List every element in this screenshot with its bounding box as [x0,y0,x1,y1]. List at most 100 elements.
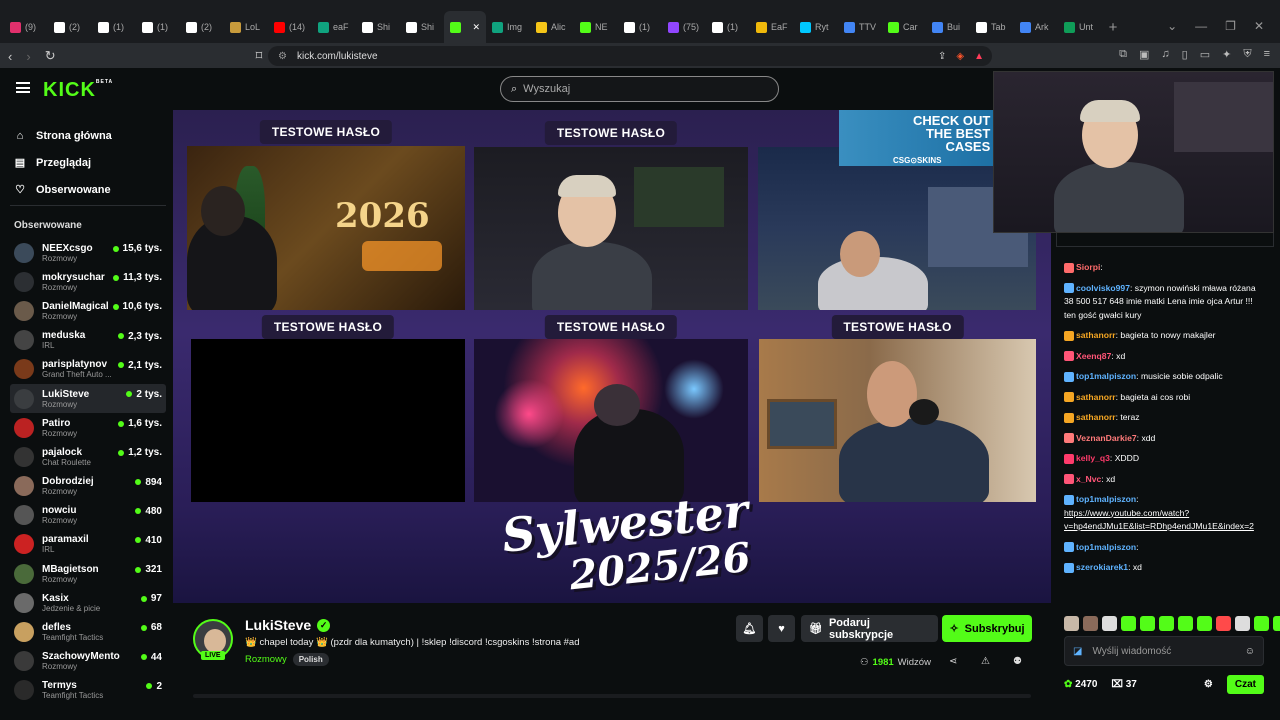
followed-channel-item[interactable]: Termys Teamfight Tactics 2 [10,676,166,705]
browser-tab[interactable]: (1) [618,11,662,43]
browser-tab[interactable]: (2) [180,11,224,43]
followed-channel-item[interactable]: paramaxil IRL 410 [10,530,166,559]
video-player[interactable]: TESTOWE HASŁO 2026 TESTOWE HASŁO CHECK O… [173,110,1051,603]
followed-channel-item[interactable]: mokrysuchar Rozmowy 11,3 tys. [10,267,166,296]
browser-tab[interactable]: (1) [706,11,750,43]
followed-channel-item[interactable]: defles Teamfight Tactics 68 [10,617,166,646]
browser-tab[interactable]: ✕ [444,11,486,43]
chat-username[interactable]: top1malpiszon [1076,542,1136,552]
address-bar[interactable]: ⚙ kick.com/lukisteve ⇪ ◈ ▲ [268,46,992,66]
browser-tab[interactable]: LoL [224,11,268,43]
browser-tab[interactable]: eaF [312,11,356,43]
nav-browse[interactable]: ▤ Przeglądaj [14,149,172,176]
chat-username[interactable]: Xeenq87 [1076,351,1111,361]
chat-badge-icon[interactable]: ◪ [1073,646,1082,657]
followed-channel-item[interactable]: meduska IRL 2,3 tys. [10,326,166,355]
followed-channel-item[interactable]: MBagietson Rozmowy 321 [10,559,166,588]
followed-channel-item[interactable]: NEEXcsgo Rozmowy 15,6 tys. [10,238,166,267]
brave-shield-icon[interactable]: ◈ [956,51,964,62]
close-tab-icon[interactable]: ✕ [472,22,480,33]
chat-settings-icon[interactable]: ⚙ [1204,679,1213,690]
search-input[interactable]: ⌕ Wyszukaj [500,76,779,102]
browser-tab[interactable]: Shi [400,11,444,43]
more-users-icon[interactable]: ⚉ [1013,656,1022,667]
followed-channel-item[interactable]: LukiSteve Rozmowy 2 tys. [10,383,166,414]
notification-bell-button[interactable]: 🔔︎ [736,615,763,642]
subscribe-button[interactable]: ✧ Subskrybuj [942,615,1032,642]
browser-tab[interactable]: (1) [136,11,180,43]
new-tab-button[interactable]: + [1102,11,1124,43]
emote-icon[interactable] [1159,616,1174,631]
browser-tab[interactable]: (2) [48,11,92,43]
streamer-name[interactable]: LukiSteve ✓ [245,617,331,633]
channel-points[interactable]: ✿ 2470 [1064,679,1097,690]
nav-following[interactable]: ♡ Obserwowane [14,176,172,203]
minimize-button[interactable]: — [1195,19,1207,33]
forward-icon[interactable]: › [26,49,30,64]
gift-counter[interactable]: ⌧ 37 [1111,679,1136,690]
chat-username[interactable]: coolvisko997 [1076,283,1130,293]
browser-tab[interactable]: (1) [92,11,136,43]
emote-icon[interactable] [1235,616,1250,631]
chat-username[interactable]: VeznanDarkie7 [1076,433,1137,443]
chat-link[interactable]: https://www.youtube.com/watch?v=hp4endJM… [1064,508,1254,532]
emote-icon[interactable] [1121,616,1136,631]
follow-button[interactable]: ♥ [768,615,795,642]
media-icon[interactable]: ♫ [1161,48,1169,61]
menu-icon[interactable]: ≡ [1264,48,1270,61]
browser-tab[interactable]: (75) [662,11,706,43]
kick-logo[interactable]: KICKBETA [43,79,113,102]
followed-channel-item[interactable]: Dobrodziej Rozmowy 894 [10,472,166,501]
chat-input[interactable]: ◪ Wyślij wiadomość ☺ [1064,636,1264,666]
emoji-icon[interactable]: ☺ [1245,646,1255,657]
browser-tab[interactable]: EaF [750,11,794,43]
brave-rewards-icon[interactable]: ▲ [974,51,984,62]
browser-tab[interactable]: TTV [838,11,882,43]
emote-icon[interactable] [1254,616,1269,631]
chat-username[interactable]: szerokiarek1 [1076,562,1128,572]
emote-icon[interactable] [1216,616,1231,631]
browser-tab[interactable]: Unt [1058,11,1102,43]
followed-channel-item[interactable]: nowciu Rozmowy 480 [10,501,166,530]
emote-icon[interactable] [1064,616,1079,631]
chat-username[interactable]: x_Nvc [1076,474,1101,484]
browser-tab[interactable]: Car [882,11,926,43]
browser-tab[interactable]: (14) [268,11,312,43]
chat-username[interactable]: top1malpiszon [1076,371,1136,381]
language-tag[interactable]: Polish [292,653,329,666]
chat-username[interactable]: sathanorr [1076,392,1116,402]
screenshot-icon[interactable]: ▣ [1139,48,1149,61]
followed-channel-item[interactable]: parisplatynov Grand Theft Auto ... 2,1 tys… [10,355,166,384]
emote-icon[interactable] [1273,616,1280,631]
extensions-icon[interactable]: ⧉ [1119,48,1127,61]
chat-username[interactable]: Siorpi [1076,262,1100,272]
followed-channel-item[interactable]: DanielMagical Rozmowy 10,6 tys. [10,296,166,325]
back-icon[interactable]: ‹ [8,49,12,64]
chat-username[interactable]: top1malpiszon [1076,494,1136,504]
emote-icon[interactable] [1197,616,1212,631]
browser-tab[interactable]: Tab [970,11,1014,43]
gift-sub-button[interactable]: 🎁︎ Podaruj subskrypcje [801,615,938,642]
emote-icon[interactable] [1140,616,1155,631]
browser-tab[interactable]: (9) [4,11,48,43]
emote-icon[interactable] [1102,616,1117,631]
chat-send-button[interactable]: Czat [1226,674,1264,694]
browser-tab[interactable]: Img [486,11,530,43]
browser-tab[interactable]: Ryt [794,11,838,43]
report-icon[interactable]: ⚠ [981,656,990,667]
bookmark-icon[interactable]: ⌑ [256,48,263,64]
browser-tab[interactable]: Alic [530,11,574,43]
maximize-button[interactable]: ❐ [1225,19,1236,33]
hamburger-menu-icon[interactable] [16,82,30,93]
followed-channel-item[interactable]: pajalock Chat Roulette 1,2 tys. [10,442,166,471]
browser-tab[interactable]: Bui [926,11,970,43]
share-icon[interactable]: ⋖ [949,656,957,667]
close-window-button[interactable]: ✕ [1254,19,1264,33]
sidebar-icon[interactable]: ▯ [1182,48,1188,61]
followed-channel-item[interactable]: Patiro Rozmowy 1,6 tys. [10,413,166,442]
browser-tab[interactable]: NE [574,11,618,43]
tab-search-icon[interactable]: ⌄ [1167,19,1177,33]
emote-icon[interactable] [1178,616,1193,631]
browser-tab[interactable]: Shi [356,11,400,43]
nav-home[interactable]: ⌂ Strona główna [14,122,172,149]
